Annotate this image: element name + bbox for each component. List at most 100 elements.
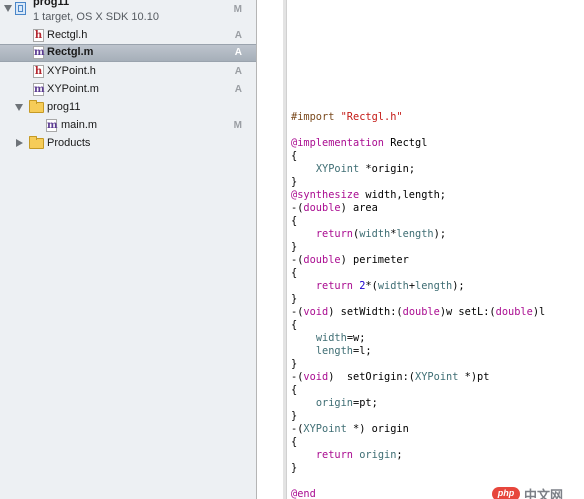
- folder-icon: [29, 136, 44, 149]
- code-line[interactable]: }: [291, 241, 545, 254]
- project-subtitle: 1 target, OS X SDK 10.10: [33, 11, 159, 23]
- source-control-status-badge: A: [234, 84, 242, 95]
- code-token: double: [303, 202, 341, 214]
- editor-margin: [257, 0, 283, 499]
- code-token: XYPoint: [415, 371, 459, 383]
- source-control-status-badge: A: [234, 66, 242, 77]
- code-line[interactable]: {: [291, 267, 545, 280]
- code-line[interactable]: XYPoint *origin;: [291, 163, 545, 176]
- watermark: php 中文网: [492, 487, 584, 499]
- code-token: width: [377, 280, 409, 292]
- group-name: Products: [47, 137, 91, 149]
- file-row-main-m[interactable]: m main.m M: [0, 117, 256, 135]
- code-line[interactable]: }: [291, 358, 545, 371]
- code-line[interactable]: -(void) setOrigin:(XYPoint *)pt: [291, 371, 545, 384]
- code-token: );: [452, 280, 465, 292]
- code-token: double: [495, 306, 533, 318]
- file-row-rectgl-h[interactable]: h Rectgl.h A: [0, 27, 256, 45]
- code-token: origin: [315, 397, 354, 409]
- code-line[interactable]: }: [291, 410, 545, 423]
- code-token: -(: [291, 371, 304, 383]
- code-token: #import: [291, 111, 341, 123]
- code-token: ) area: [340, 202, 378, 214]
- code-token: double: [402, 306, 440, 318]
- code-token: {: [291, 267, 298, 279]
- code-line[interactable]: #import "Rectgl.h": [291, 111, 545, 124]
- code-line[interactable]: -(double) perimeter: [291, 254, 545, 267]
- code-line[interactable]: return 2*(width+length);: [291, 280, 545, 293]
- file-row-xypoint-m[interactable]: m XYPoint.m A: [0, 81, 256, 99]
- code-token: =l;: [353, 345, 372, 357]
- header-file-icon: h: [33, 65, 44, 78]
- source-editor[interactable]: #import "Rectgl.h" @implementation Rectg…: [287, 0, 584, 499]
- code-line[interactable]: @implementation Rectgl: [291, 137, 545, 150]
- code-token: *(: [365, 280, 378, 292]
- code-line[interactable]: return(width*length);: [291, 228, 545, 241]
- php-logo-icon: php: [492, 487, 520, 499]
- code-token: length: [396, 228, 434, 240]
- code-line[interactable]: -(double) area: [291, 202, 545, 215]
- code-token: void: [303, 306, 329, 318]
- code-token: length: [415, 280, 453, 292]
- code-line[interactable]: width=w;: [291, 332, 545, 345]
- disclosure-triangle-icon[interactable]: [4, 5, 12, 12]
- disclosure-triangle-icon[interactable]: [16, 139, 23, 147]
- code-line[interactable]: return origin;: [291, 449, 545, 462]
- file-row-rectgl-m[interactable]: m Rectgl.m A: [0, 44, 256, 62]
- code-line[interactable]: @synthesize width,length;: [291, 189, 545, 202]
- code-line[interactable]: }: [291, 176, 545, 189]
- code-line[interactable]: length=l;: [291, 345, 545, 358]
- code-token: }: [291, 410, 298, 422]
- code-line[interactable]: {: [291, 384, 545, 397]
- code-token: origin: [359, 449, 397, 461]
- source-control-status-badge: M: [233, 120, 242, 131]
- code-line[interactable]: }: [291, 293, 545, 306]
- code-token: "Rectgl.h": [340, 111, 403, 123]
- code-token: double: [303, 254, 341, 266]
- group-row-prog11[interactable]: prog11: [0, 99, 256, 117]
- code-token: *) origin: [346, 423, 409, 435]
- project-row[interactable]: prog11 1 target, OS X SDK 10.10 M: [0, 0, 256, 28]
- code-token: XYPoint: [315, 163, 360, 175]
- code-token: @implementation: [291, 137, 384, 149]
- code-line[interactable]: {: [291, 215, 545, 228]
- code-line[interactable]: -(XYPoint *) origin: [291, 423, 545, 436]
- code-line[interactable]: -(void) setWidth:(double)w setL:(double)…: [291, 306, 545, 319]
- code-token: =pt;: [353, 397, 378, 409]
- code-text[interactable]: #import "Rectgl.h" @implementation Rectg…: [291, 111, 545, 499]
- disclosure-triangle-icon[interactable]: [15, 104, 23, 111]
- xcode-project-icon: [15, 2, 26, 15]
- code-token: }: [291, 293, 298, 305]
- code-line[interactable]: origin=pt;: [291, 397, 545, 410]
- code-token: )w setL:(: [439, 306, 496, 318]
- group-row-products[interactable]: Products: [0, 135, 256, 153]
- code-token: {: [291, 150, 298, 162]
- code-token: }: [291, 462, 298, 474]
- source-control-status-badge: A: [234, 30, 242, 41]
- code-token: ) setOrigin:(: [328, 371, 416, 383]
- code-token: width: [315, 332, 347, 344]
- code-token: -(: [291, 202, 304, 214]
- source-control-status-badge: A: [234, 47, 242, 58]
- code-line[interactable]: {: [291, 436, 545, 449]
- code-line[interactable]: [291, 124, 545, 137]
- code-line[interactable]: {: [291, 319, 545, 332]
- project-navigator: prog11 1 target, OS X SDK 10.10 M h Rect…: [0, 0, 257, 499]
- code-token: @synthesize: [291, 189, 360, 201]
- file-row-xypoint-h[interactable]: h XYPoint.h A: [0, 63, 256, 81]
- file-name: XYPoint.h: [47, 65, 96, 77]
- file-name: XYPoint.m: [47, 83, 99, 95]
- code-line[interactable]: {: [291, 150, 545, 163]
- code-token: length: [315, 345, 354, 357]
- code-token: }: [291, 241, 298, 253]
- file-name: Rectgl.h: [47, 29, 88, 41]
- code-token: *)pt: [458, 371, 490, 383]
- code-line[interactable]: }: [291, 462, 545, 475]
- code-token: return: [315, 228, 354, 240]
- code-token: return: [315, 449, 354, 461]
- code-token: ) setWidth:(: [328, 306, 403, 318]
